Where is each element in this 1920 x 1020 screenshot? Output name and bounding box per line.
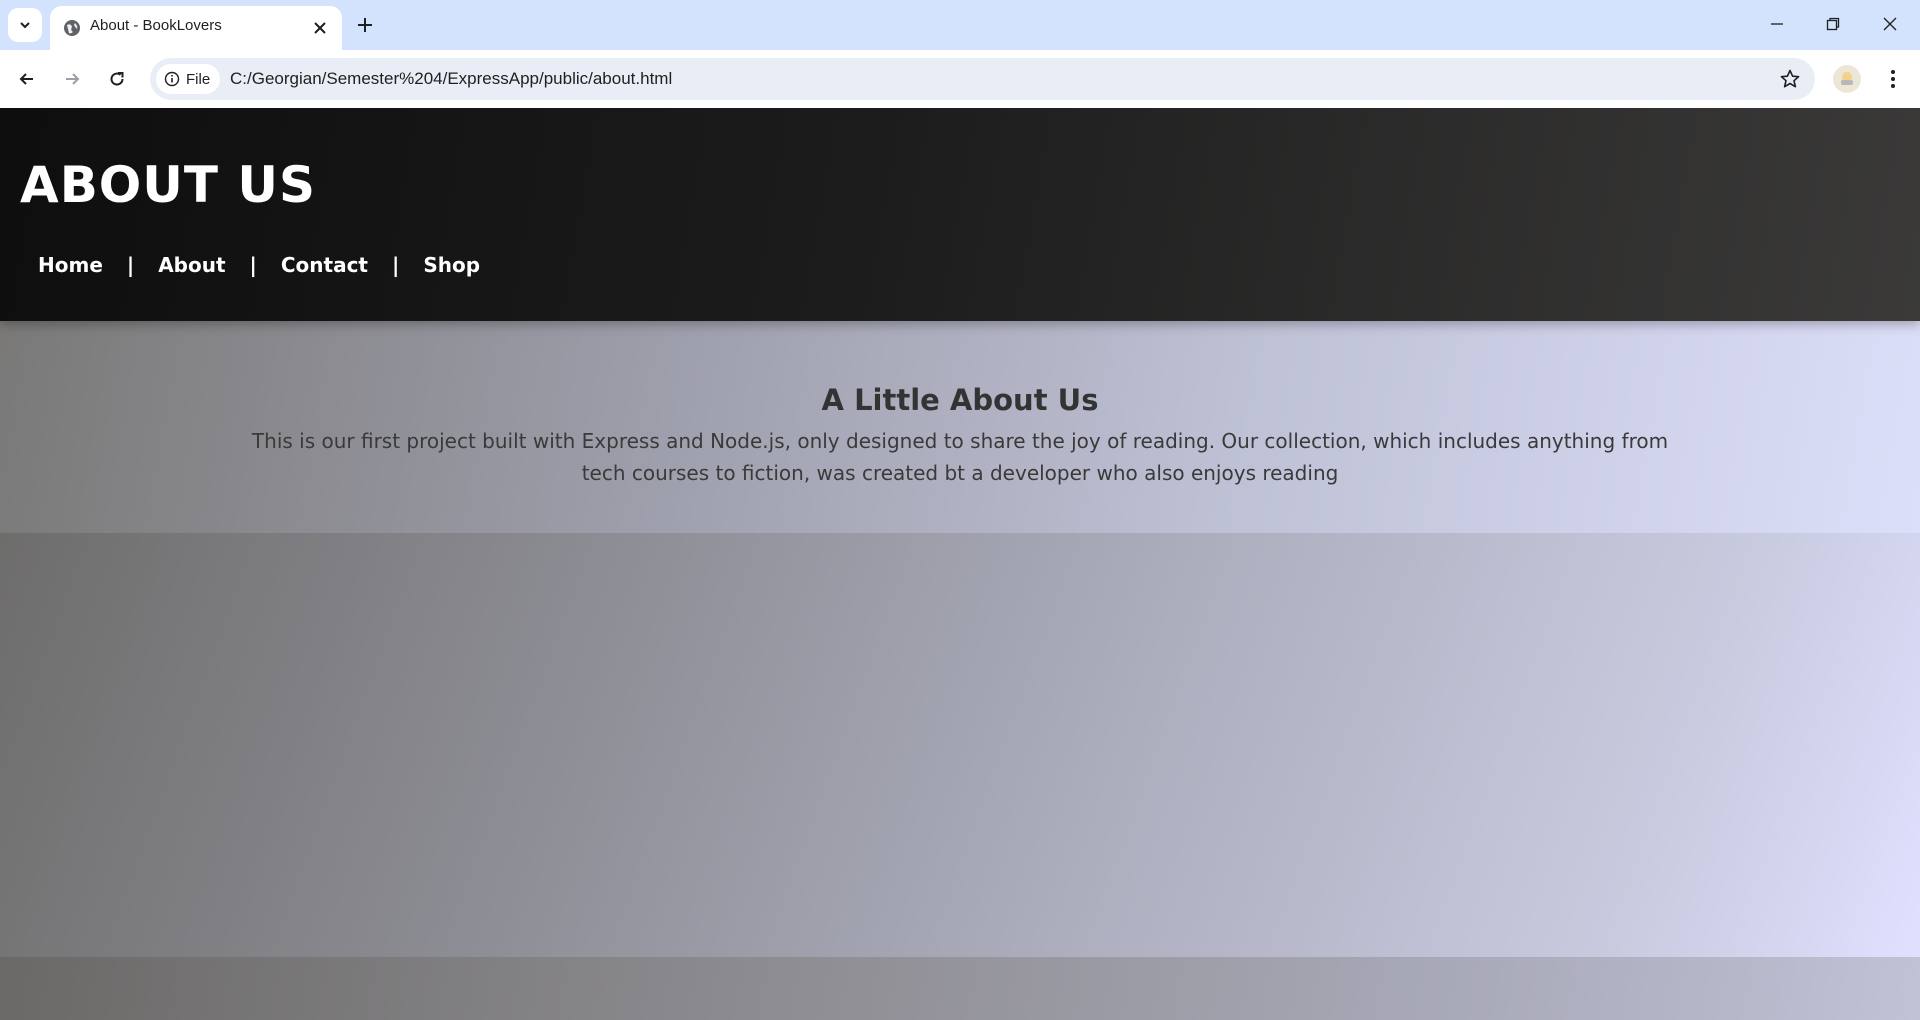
back-button[interactable] [12,64,42,94]
about-description: This is our first project built with Exp… [251,429,1669,485]
close-window-button[interactable] [1862,0,1918,48]
nav-separator: | [249,253,257,277]
restore-icon [1826,17,1840,31]
nav-link-home[interactable]: Home [38,253,103,277]
about-heading: A Little About Us [821,383,1099,417]
nav-separator: | [126,253,135,277]
site-nav: Home | About | Contact | Shop [38,253,480,277]
profile-avatar-icon [1841,72,1853,85]
page-footer-band [0,957,1920,1020]
reload-button[interactable] [102,64,132,94]
browser-toolbar: File C:/Georgian/Semester%204/ExpressApp… [0,50,1920,108]
site-header: ABOUT US Home | About | Contact | Shop [0,108,1920,321]
star-icon[interactable] [1779,68,1801,90]
minimize-button[interactable] [1749,0,1805,48]
forward-button[interactable] [57,64,87,94]
nav-link-contact[interactable]: Contact [281,253,368,277]
about-section: A Little About Us This is our first proj… [0,321,1920,533]
close-icon [1883,17,1897,31]
tab-search-button[interactable] [8,8,42,42]
page-title: ABOUT US [20,156,317,214]
arrow-right-icon [66,73,80,85]
decorative-band [0,533,1920,957]
chevron-down-icon [20,22,30,29]
url-text[interactable]: C:/Georgian/Semester%204/ExpressApp/publ… [230,69,672,89]
nav-link-about[interactable]: About [158,253,225,277]
tab-about[interactable]: About - BookLovers [50,6,342,50]
nav-separator: | [392,253,400,277]
minimize-icon [1771,23,1783,25]
tab-title: About - BookLovers [90,17,222,34]
restore-button[interactable] [1805,0,1861,48]
arrow-left-icon [19,73,33,85]
browser-menu-button[interactable] [1880,64,1906,94]
globe-icon [64,20,80,36]
reload-icon [110,72,124,86]
site-chip-label: File [186,70,211,88]
plus-icon[interactable] [352,12,378,38]
avatar[interactable] [1833,65,1861,93]
info-icon [164,71,180,87]
close-icon[interactable] [310,18,330,38]
more-vertical-icon [1891,70,1895,88]
tab-strip: About - BookLovers [0,0,1920,50]
address-bar[interactable]: File C:/Georgian/Semester%204/ExpressApp… [150,58,1815,100]
page-viewport: ABOUT US Home | About | Contact | Shop A… [0,108,1920,1020]
site-info-chip[interactable]: File [156,64,220,94]
nav-link-shop[interactable]: Shop [423,253,480,277]
